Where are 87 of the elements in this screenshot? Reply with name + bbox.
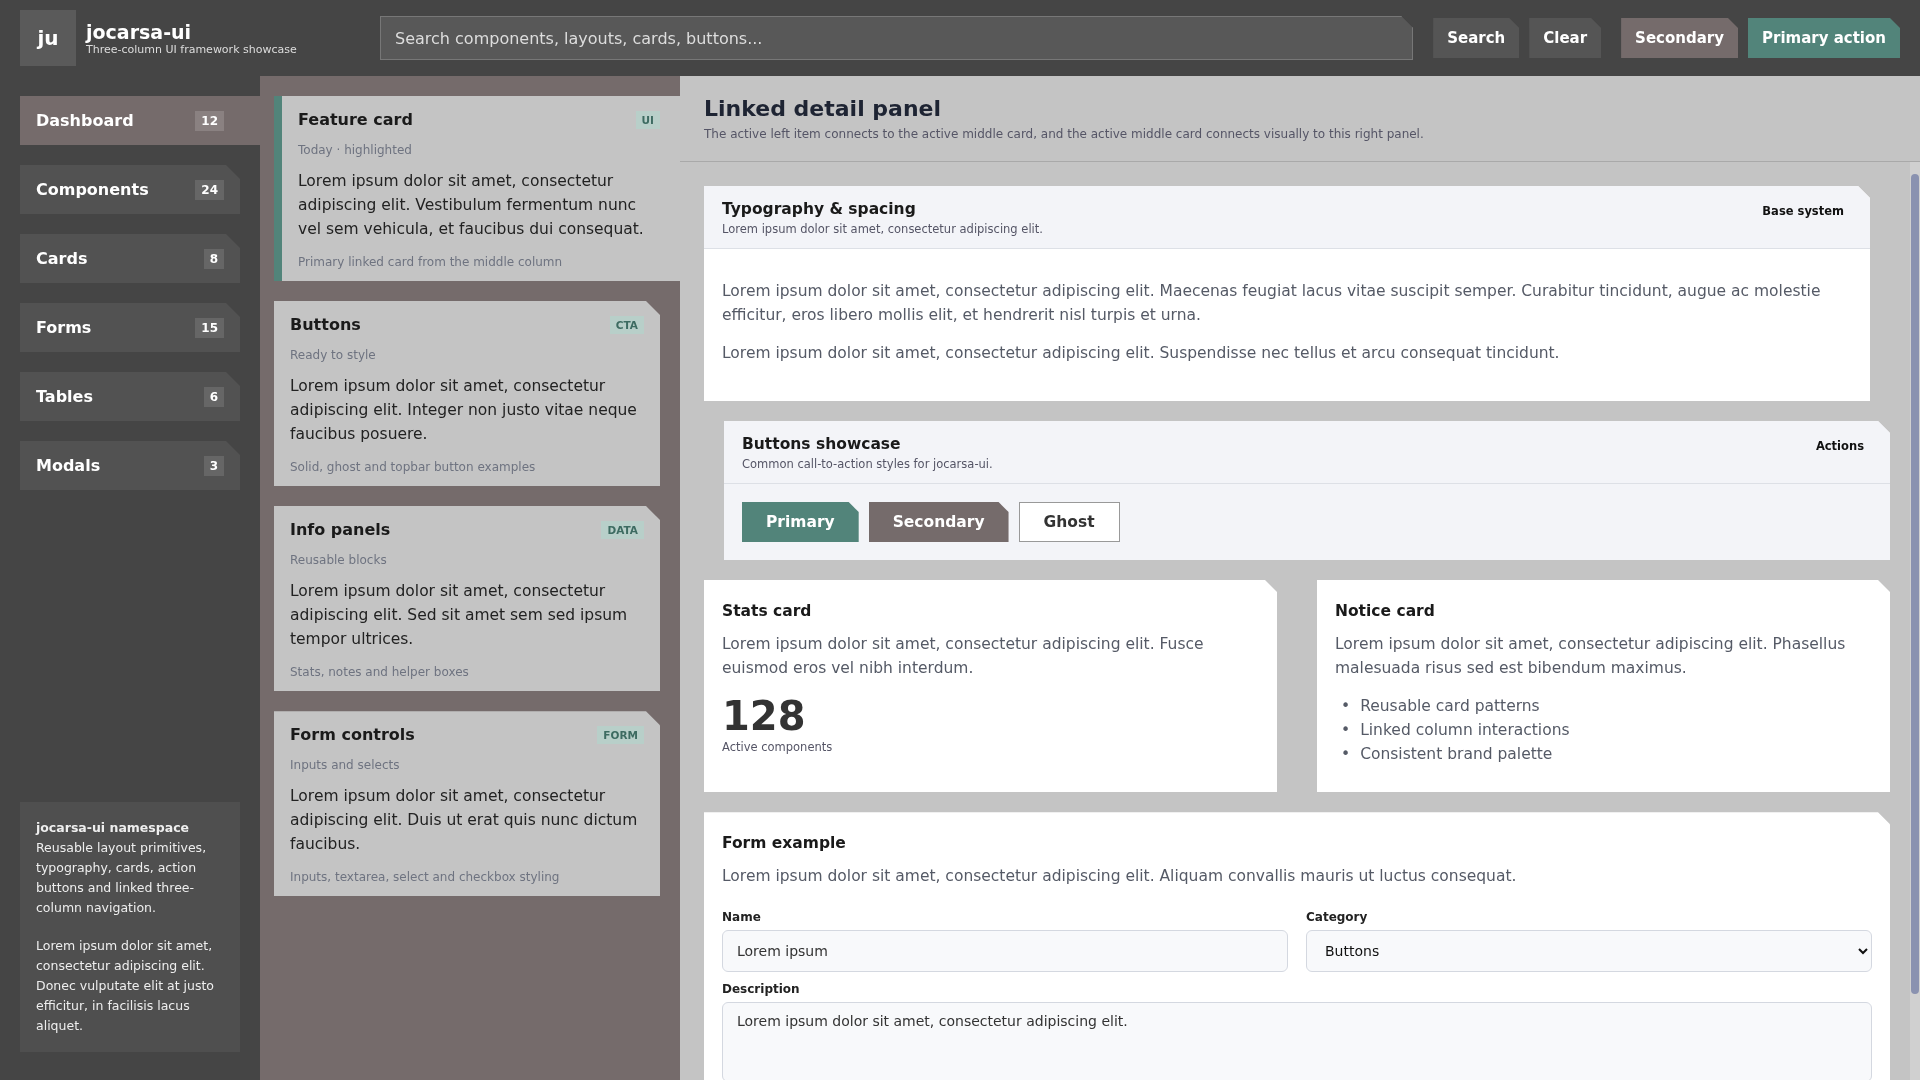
bullet-item: Reusable card patterns — [1360, 696, 1540, 718]
sidebar-item[interactable]: Cards 8 — [20, 234, 240, 283]
count-badge: 12 — [195, 110, 224, 131]
note-title: jocarsa-ui namespace — [36, 819, 191, 837]
note-text: Lorem ipsum dolor sit amet, consectetur adipiscing elit. Donec vulputate elit at justo efficitur, in facilisis lacus aliquet. — [36, 937, 215, 1035]
card-meta: Inputs and selects — [290, 758, 401, 773]
card-footer: Primary linked card from the middle column — [298, 255, 660, 270]
paragraph: Lorem ipsum dolor sit amet, consectetur adipiscing elit. Maecenas feugiat lacus vitae suscipit semper. Curabitur tincidunt, augue ac molestie efficitur, eros libero mollis elit, et hendrerit nisl turpis et urna. — [722, 281, 1822, 326]
card-title: Form example — [722, 834, 847, 853]
field-label: Name — [722, 910, 762, 925]
demo-button[interactable]: Ghost — [1018, 502, 1120, 543]
bullet-item: Linked column interactions — [1360, 720, 1570, 742]
sidebar-item-label: Modals — [36, 456, 101, 475]
sidebar-item[interactable]: Components 24 — [20, 165, 240, 214]
sidebar-item[interactable]: Modals 3 — [20, 441, 240, 490]
description-field[interactable]: Lorem ipsum dolor sit amet, consectetur adipiscing elit. — [722, 1002, 1872, 1080]
count-badge: 15 — [195, 317, 224, 338]
card-label: Base system — [1762, 204, 1844, 218]
bullet-marker: • — [1341, 744, 1351, 766]
list-card[interactable]: Info panels DATA Reusable blocks Lorem ipsum dolor sit amet, consectetur adipiscing elit. Sed sit amet sem sed ipsum tempor ultrices. Stats, notes and helper boxes — [274, 506, 660, 692]
card-body: Lorem ipsum dolor sit amet, consectetur adipiscing elit. Sed sit amet sem sed ipsum tempor ultrices. — [290, 581, 629, 651]
panel-title: Linked detail panel — [704, 96, 943, 121]
stat-caption: Active components — [722, 740, 834, 755]
scrollbar-thumb[interactable] — [1911, 174, 1919, 994]
count-badge: 6 — [203, 386, 224, 407]
card-title: Buttons — [290, 315, 361, 335]
app-name: jocarsa-ui — [86, 20, 193, 43]
card-subtitle: Lorem ipsum dolor sit amet, consectetur adipiscing elit. — [722, 222, 1043, 236]
card-footer: Solid, ghost and topbar button examples — [290, 460, 644, 475]
card-title: Stats card — [722, 602, 813, 621]
sidebar-item[interactable]: Tables 6 — [20, 372, 240, 421]
card-subtitle: Common call-to-action styles for jocarsa-ui. — [742, 457, 993, 472]
card-text: Lorem ipsum dolor sit amet, consectetur adipiscing elit. Phasellus malesuada risus sed est bibendum maximus. — [1335, 634, 1847, 680]
card-label: Actions — [1815, 439, 1864, 454]
bullet-item: Consistent brand palette — [1360, 744, 1553, 766]
list-card[interactable]: Form controls FORM Inputs and selects Lorem ipsum dolor sit amet, consectetur adipiscing elit. Duis ut erat quis nunc dictum faucibus. Inputs, textarea, select and checkbox styling — [274, 711, 660, 897]
field-label: Description — [722, 982, 801, 997]
topbar-button[interactable]: Clear — [1529, 18, 1602, 58]
note-text: Reusable layout primitives, typography, cards, action buttons and linked three-column navigation. — [36, 839, 208, 917]
sidebar-item-label: Components — [36, 180, 149, 199]
panel-subtitle: The active left item connects to the active middle card, and the active middle card connects visually to this right panel. — [704, 127, 1425, 141]
topbar-button[interactable]: Search — [1433, 18, 1520, 58]
card-text: Lorem ipsum dolor sit amet, consectetur adipiscing elit. Fusce euismod eros vel nibh interdum. — [722, 634, 1205, 680]
card-title: Buttons showcase — [742, 435, 902, 454]
app-tagline: Three-column UI framework showcase — [86, 42, 297, 56]
card-body: Lorem ipsum dolor sit amet, consectetur adipiscing elit. Integer non justo vitae neque faucibus posuere. — [290, 376, 638, 446]
tag-badge: FORM — [597, 725, 644, 744]
sidebar-item[interactable]: Forms 15 — [20, 303, 240, 352]
demo-button[interactable]: Secondary — [868, 502, 1009, 543]
stat-value: 128 — [722, 696, 807, 737]
count-badge: 24 — [195, 179, 224, 200]
card-title: Feature card — [298, 110, 413, 129]
count-badge: 8 — [203, 248, 224, 269]
card-meta: Reusable blocks — [290, 553, 388, 568]
sidebar-item-label: Dashboard — [36, 111, 134, 130]
card-title: Notice card — [1335, 602, 1436, 621]
count-badge: 3 — [203, 455, 224, 476]
tag-badge: CTA — [609, 315, 644, 334]
logo-badge: ju — [20, 10, 76, 66]
card-title: Info panels — [290, 520, 391, 540]
list-card[interactable] — [274, 96, 680, 282]
sidebar-item-label: Tables — [36, 387, 93, 406]
card-title: Form controls — [290, 725, 415, 745]
card-footer: Inputs, textarea, select and checkbox styling — [290, 870, 644, 885]
name-field[interactable]: Lorem ipsum — [722, 930, 1288, 973]
list-card[interactable]: Buttons CTA Ready to style Lorem ipsum dolor sit amet, consectetur adipiscing elit. Integer non justo vitae neque faucibus posuere. Solid, ghost and topbar button examples — [274, 301, 660, 487]
topbar-button[interactable]: Primary action — [1748, 18, 1900, 58]
bullet-marker: • — [1341, 696, 1351, 718]
topbar-button[interactable]: Secondary — [1621, 18, 1738, 58]
card-meta: Ready to style — [290, 348, 377, 363]
card-meta: Today · highlighted — [298, 143, 413, 157]
category-select[interactable]: Buttons — [1306, 930, 1872, 973]
card-body: Lorem ipsum dolor sit amet, consectetur adipiscing elit. Duis ut erat quis nunc dictum faucibus. — [290, 786, 639, 856]
paragraph: Lorem ipsum dolor sit amet, consectetur adipiscing elit. Suspendisse nec tellus et arcu consequat tincidunt. — [722, 343, 1561, 365]
demo-button[interactable]: Primary — [742, 502, 859, 543]
field-label: Category — [1306, 910, 1369, 925]
sidebar-item-label: Cards — [36, 249, 88, 268]
card-footer: Stats, notes and helper boxes — [290, 665, 644, 680]
tag-badge: DATA — [601, 520, 644, 539]
card-text: Lorem ipsum dolor sit amet, consectetur adipiscing elit. Aliquam convallis mauris ut luctus consequat. — [722, 866, 1518, 888]
search-field[interactable]: Search components, layouts, cards, buttons... — [380, 16, 1414, 60]
bullet-marker: • — [1341, 720, 1351, 742]
card-title: Typography & spacing — [722, 200, 917, 218]
card-body: Lorem ipsum dolor sit amet, consectetur adipiscing elit. Vestibulum fermentum nunc vel sem vehicula, et faucibus dui consequat. — [298, 171, 645, 241]
sidebar-item-label: Forms — [36, 318, 92, 337]
sidebar-item[interactable]: Dashboard 12 — [20, 96, 260, 145]
tag-badge: UI — [635, 110, 660, 129]
